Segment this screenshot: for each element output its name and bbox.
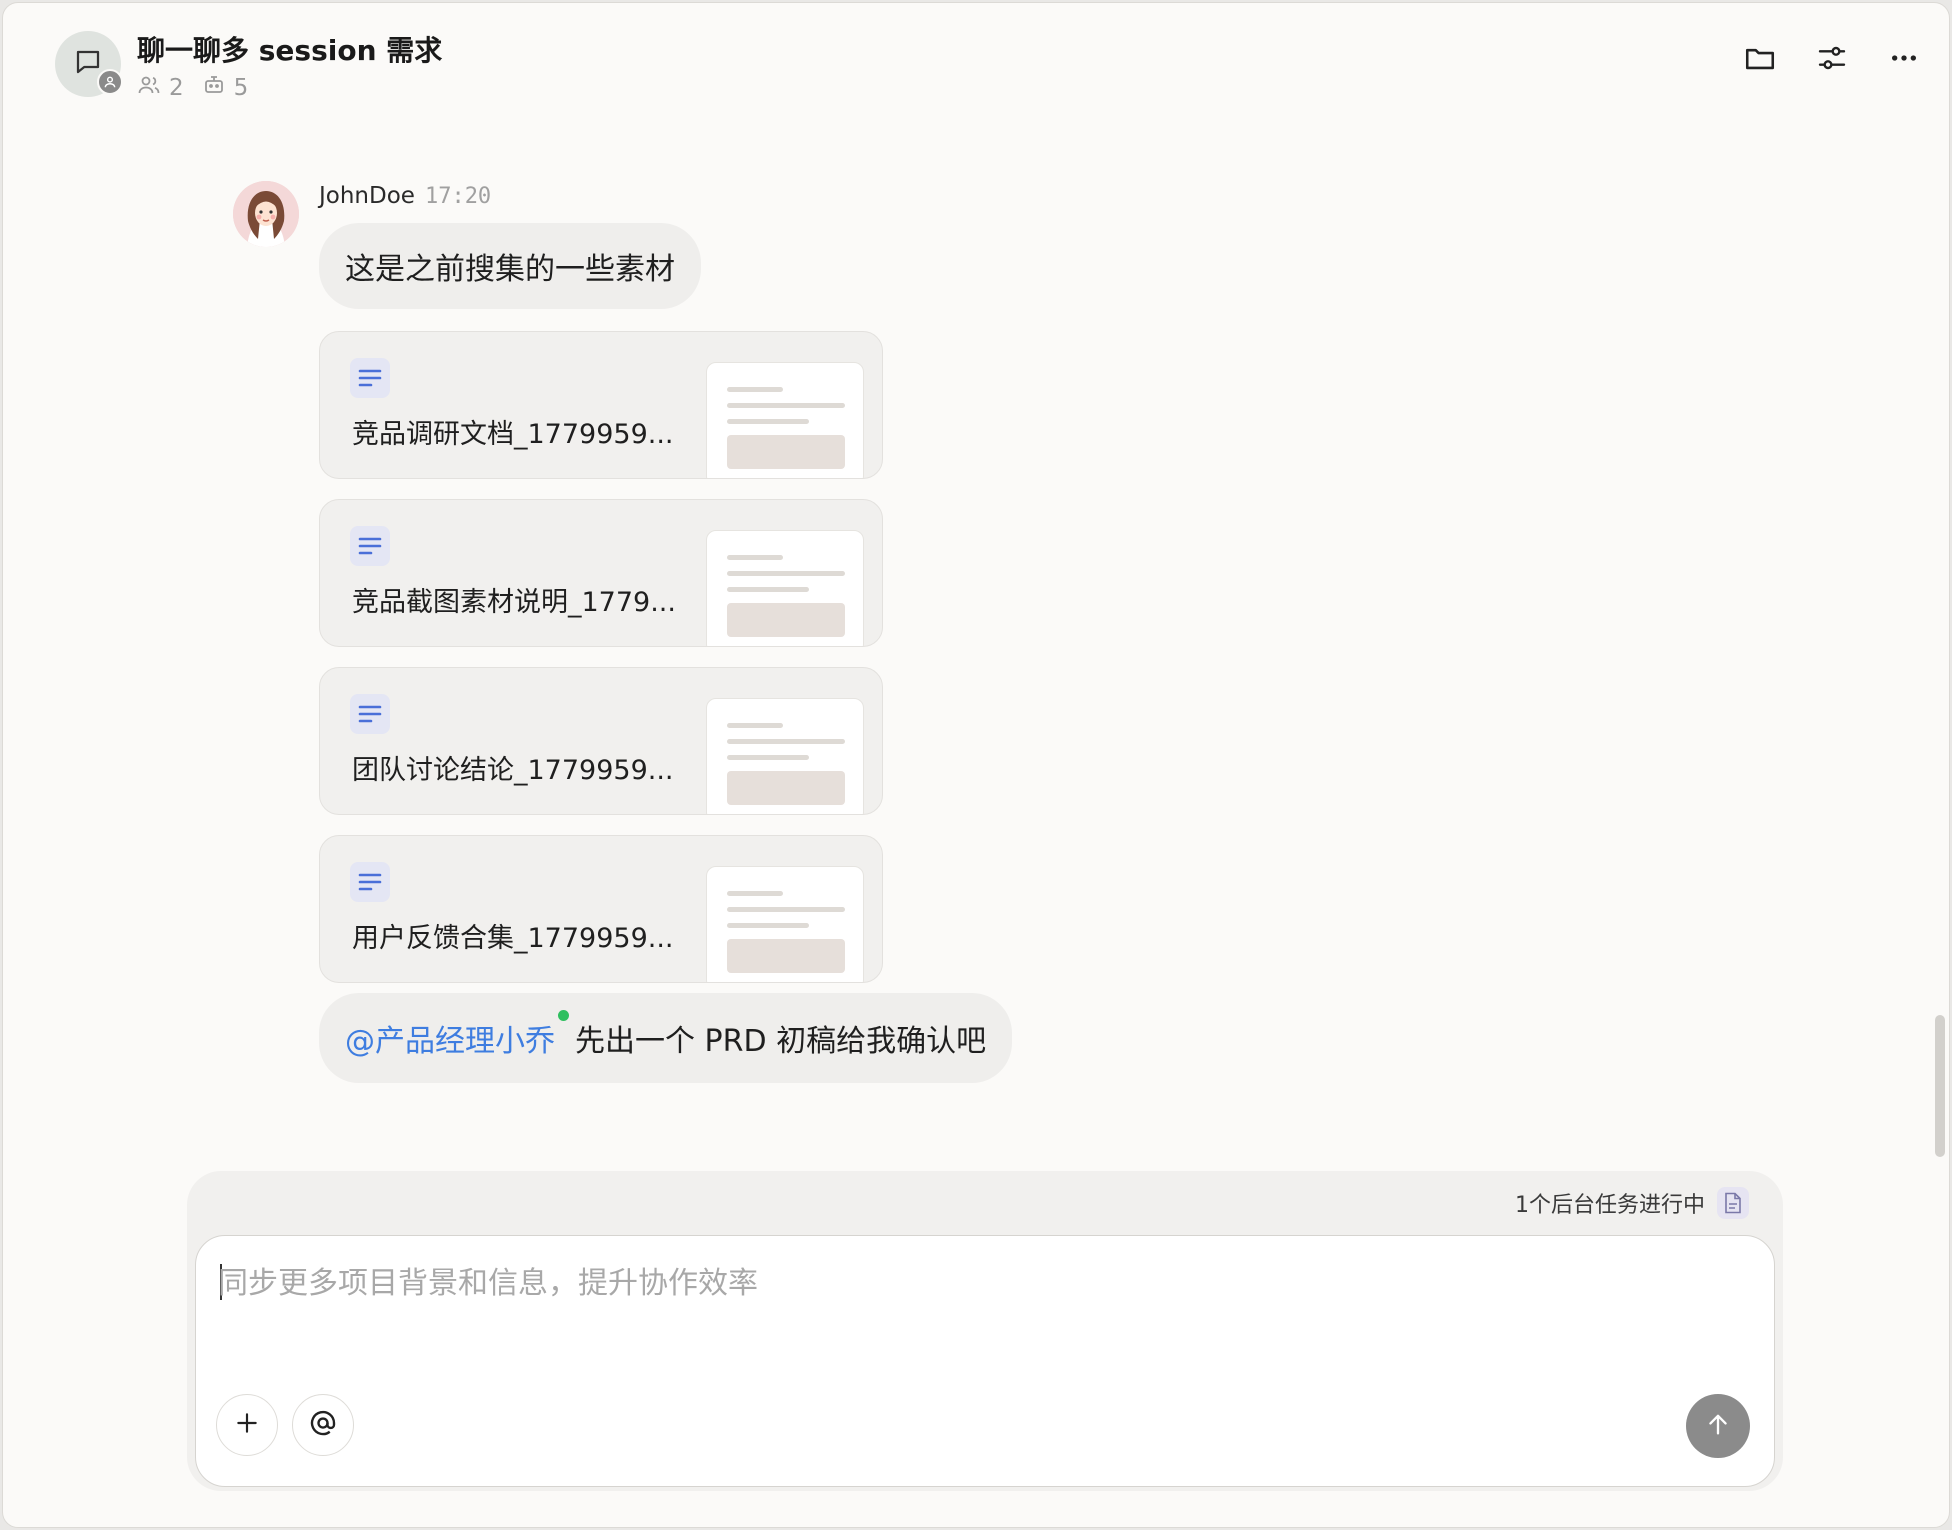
chat-window: 聊一聊多 session 需求 2 5 JohnDoe 17:20 这是之前搜集…: [2, 2, 1950, 1528]
mention-link[interactable]: @产品经理小乔: [345, 1010, 569, 1060]
composer-panel: 1个后台任务进行中: [187, 1171, 1783, 1491]
bot-icon: [202, 73, 226, 103]
bots-count: 5: [202, 73, 248, 103]
file-thumbnail: [706, 530, 864, 646]
file-card[interactable]: 团队讨论结论_1779959...: [319, 667, 883, 815]
more-button[interactable]: [1885, 41, 1923, 79]
background-task-status[interactable]: 1个后台任务进行中: [1515, 1187, 1749, 1219]
group-icon: [97, 69, 123, 95]
arrow-up-icon: [1704, 1410, 1732, 1442]
file-name: 团队讨论结论_1779959...: [352, 755, 674, 786]
document-icon: [350, 862, 390, 902]
file-card[interactable]: 竞品调研文档_1779959...: [319, 331, 883, 479]
folder-icon: [1743, 41, 1777, 79]
document-icon: [350, 358, 390, 398]
settings-button[interactable]: [1813, 41, 1851, 79]
message-sender: JohnDoe 17:20: [319, 183, 492, 209]
message-bubble: @产品经理小乔 先出一个 PRD 初稿给我确认吧: [319, 993, 1013, 1083]
session-avatar[interactable]: [55, 31, 123, 97]
plus-icon: [234, 1410, 260, 1440]
file-name: 竞品调研文档_1779959...: [352, 419, 674, 450]
file-name: 竞品截图素材说明_1779...: [352, 587, 676, 618]
file-name: 用户反馈合集_1779959...: [352, 923, 674, 954]
at-icon: [308, 1408, 338, 1442]
file-card[interactable]: 竞品截图素材说明_1779...: [319, 499, 883, 647]
scrollbar[interactable]: [1935, 1015, 1945, 1157]
settings-sliders-icon: [1816, 42, 1848, 78]
members-count: 2: [137, 73, 184, 103]
users-icon: [137, 73, 161, 103]
file-thumbnail: [706, 866, 864, 982]
mention-button[interactable]: [292, 1394, 354, 1456]
add-attachment-button[interactable]: [216, 1394, 278, 1456]
session-title: 聊一聊多 session 需求: [137, 34, 443, 67]
header-actions: [1741, 41, 1923, 79]
chat-header: 聊一聊多 session 需求 2 5: [3, 3, 1949, 123]
task-document-icon: [1717, 1187, 1749, 1219]
message-composer: [195, 1235, 1775, 1487]
session-meta: 2 5: [137, 73, 256, 103]
document-icon: [350, 694, 390, 734]
online-indicator: [558, 1010, 569, 1021]
message-bubble: 这是之前搜集的一些素材: [319, 223, 701, 309]
more-icon: [1888, 42, 1920, 78]
message-input[interactable]: [218, 1258, 1718, 1338]
file-card[interactable]: 用户反馈合集_1779959...: [319, 835, 883, 983]
folder-button[interactable]: [1741, 41, 1779, 79]
file-thumbnail: [706, 698, 864, 814]
message-text: 先出一个 PRD 初稿给我确认吧: [575, 1024, 987, 1059]
document-icon: [350, 526, 390, 566]
avatar[interactable]: [233, 181, 299, 247]
message-time: 17:20: [424, 184, 492, 209]
send-button[interactable]: [1686, 1394, 1750, 1458]
file-thumbnail: [706, 362, 864, 478]
